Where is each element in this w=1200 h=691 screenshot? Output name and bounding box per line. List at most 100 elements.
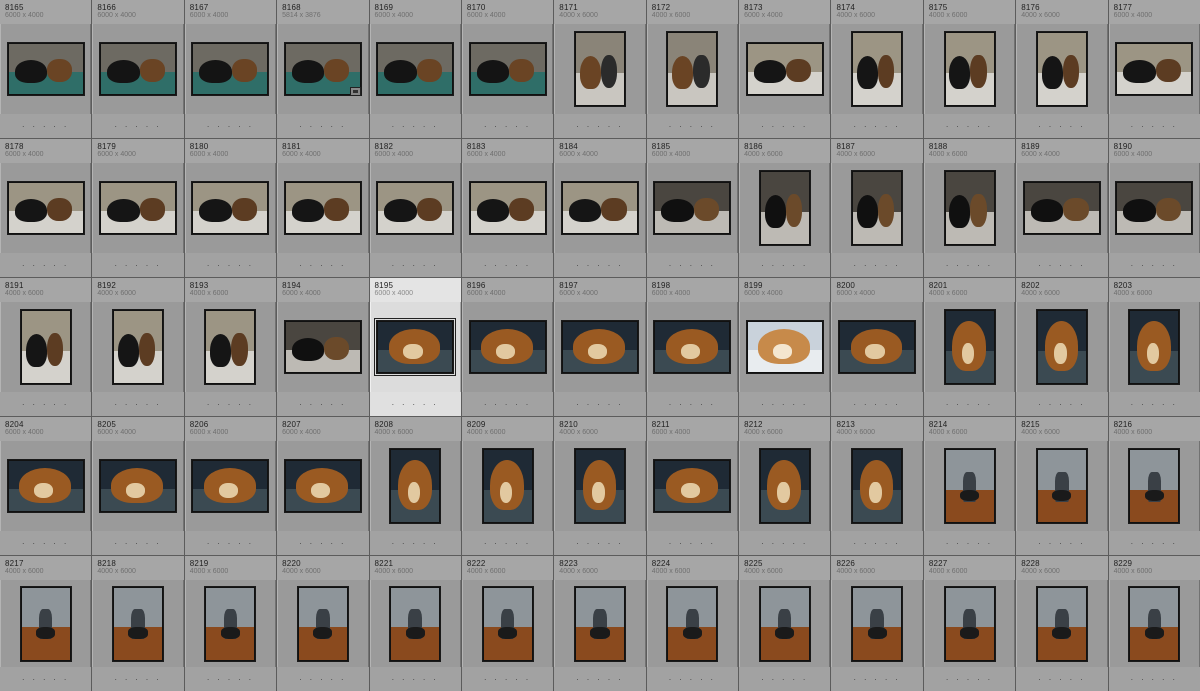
rating-dots[interactable]: . . . . . — [1109, 537, 1200, 546]
thumbnail-cell[interactable]: 8167 6000 x 4000 . . . . . — [184, 0, 277, 138]
rating-dots[interactable]: . . . . . — [462, 398, 553, 407]
rating-dots[interactable]: . . . . . — [647, 120, 738, 129]
thumbnail-cell[interactable]: 8182 6000 x 4000 . . . . . — [369, 139, 461, 277]
thumbnail-cell[interactable]: 8181 6000 x 4000 . . . . . — [277, 139, 369, 277]
photo-thumbnail[interactable] — [377, 182, 454, 234]
photo-thumbnail[interactable] — [1129, 310, 1180, 384]
rating-dots[interactable]: . . . . . — [1016, 398, 1107, 407]
thumbnail-cell[interactable]: 8218 4000 x 6000 . . . . . — [92, 556, 184, 691]
photo-thumbnail[interactable] — [1129, 449, 1180, 523]
thumbnail-cell[interactable]: 8189 6000 x 4000 . . . . . — [1016, 139, 1108, 277]
thumbnail-cell[interactable]: 8201 4000 x 6000 . . . . . — [923, 278, 1016, 416]
rating-dots[interactable]: . . . . . — [185, 120, 276, 129]
rating-dots[interactable]: . . . . . — [185, 398, 276, 407]
thumbnail-cell[interactable]: 8215 4000 x 6000 . . . . . — [1016, 417, 1108, 555]
rating-dots[interactable]: . . . . . — [0, 673, 91, 682]
photo-thumbnail[interactable] — [284, 321, 361, 373]
rating-dots[interactable]: . . . . . — [1109, 398, 1200, 407]
photo-thumbnail[interactable] — [1023, 182, 1100, 234]
photo-thumbnail[interactable] — [746, 43, 823, 95]
rating-dots[interactable]: . . . . . — [1109, 259, 1200, 268]
photo-thumbnail[interactable] — [1129, 586, 1180, 661]
photo-thumbnail[interactable] — [944, 310, 995, 384]
thumbnail-cell[interactable]: 8213 4000 x 6000 . . . . . — [831, 417, 923, 555]
thumbnail-cell[interactable]: 8171 4000 x 6000 . . . . . — [554, 0, 646, 138]
thumbnail-cell[interactable]: 8217 4000 x 6000 . . . . . — [0, 556, 92, 691]
thumbnail-cell[interactable]: 8203 4000 x 6000 . . . . . — [1108, 278, 1200, 416]
photo-thumbnail[interactable] — [284, 460, 361, 512]
thumbnail-cell[interactable]: 8207 6000 x 4000 . . . . . — [277, 417, 369, 555]
rating-dots[interactable]: . . . . . — [462, 537, 553, 546]
thumbnail-cell[interactable]: 8179 6000 x 4000 . . . . . — [92, 139, 184, 277]
photo-thumbnail[interactable] — [390, 449, 441, 523]
photo-thumbnail[interactable] — [113, 586, 164, 661]
rating-dots[interactable]: . . . . . — [185, 537, 276, 546]
photo-thumbnail[interactable] — [7, 460, 84, 512]
photo-thumbnail[interactable] — [205, 586, 256, 661]
photo-thumbnail[interactable] — [374, 318, 457, 376]
photo-thumbnail[interactable] — [852, 32, 903, 106]
thumbnail-cell[interactable]: 8228 4000 x 6000 . . . . . — [1016, 556, 1108, 691]
thumbnail-cell[interactable]: 8169 6000 x 4000 . . . . . — [369, 0, 461, 138]
photo-thumbnail[interactable] — [852, 449, 903, 523]
thumbnail-cell[interactable]: 8193 4000 x 6000 . . . . . — [184, 278, 277, 416]
photo-thumbnail[interactable] — [654, 321, 731, 373]
photo-thumbnail[interactable] — [1036, 32, 1087, 106]
rating-dots[interactable]: . . . . . — [462, 120, 553, 129]
photo-thumbnail[interactable] — [944, 586, 995, 661]
photo-thumbnail[interactable] — [944, 449, 995, 523]
rating-dots[interactable]: . . . . . — [647, 537, 738, 546]
photo-thumbnail[interactable] — [746, 321, 823, 373]
rating-dots[interactable]: . . . . . — [831, 537, 922, 546]
photo-thumbnail[interactable] — [205, 310, 256, 384]
rating-dots[interactable]: . . . . . — [370, 259, 461, 268]
photo-thumbnail[interactable] — [667, 32, 718, 106]
thumbnail-cell[interactable]: 8173 6000 x 4000 . . . . . — [739, 0, 831, 138]
thumbnail-cell[interactable]: 8166 6000 x 4000 . . . . . — [92, 0, 184, 138]
rating-dots[interactable]: . . . . . — [1016, 120, 1107, 129]
photo-thumbnail[interactable] — [192, 43, 269, 95]
thumbnail-cell[interactable]: 8209 4000 x 6000 . . . . . — [461, 417, 554, 555]
thumbnail-cell[interactable]: 8186 4000 x 6000 . . . . . — [739, 139, 831, 277]
rating-dots[interactable]: . . . . . — [647, 259, 738, 268]
photo-thumbnail[interactable] — [469, 321, 546, 373]
photo-thumbnail[interactable] — [654, 460, 731, 512]
thumbnail-cell[interactable]: 8206 6000 x 4000 . . . . . — [184, 417, 277, 555]
thumbnail-cell[interactable]: 8168 5814 x 3876 . . . . . — [277, 0, 369, 138]
rating-dots[interactable]: . . . . . — [92, 537, 183, 546]
photo-thumbnail[interactable] — [482, 586, 533, 661]
thumbnail-cell[interactable]: 8191 4000 x 6000 . . . . . — [0, 278, 92, 416]
crop-icon[interactable] — [349, 87, 361, 96]
photo-thumbnail[interactable] — [574, 32, 625, 106]
rating-dots[interactable]: . . . . . — [739, 398, 830, 407]
rating-dots[interactable]: . . . . . — [924, 673, 1015, 682]
photo-thumbnail[interactable] — [574, 586, 625, 661]
thumbnail-cell[interactable]: 8226 4000 x 6000 . . . . . — [831, 556, 923, 691]
thumbnail-cell[interactable]: 8197 6000 x 4000 . . . . . — [554, 278, 646, 416]
thumbnail-cell[interactable]: 8224 4000 x 6000 . . . . . — [646, 556, 739, 691]
rating-dots[interactable]: . . . . . — [924, 398, 1015, 407]
rating-dots[interactable]: . . . . . — [739, 537, 830, 546]
photo-thumbnail[interactable] — [100, 182, 177, 234]
thumbnail-cell[interactable]: 8229 4000 x 6000 . . . . . — [1108, 556, 1200, 691]
rating-dots[interactable]: . . . . . — [1016, 537, 1107, 546]
thumbnail-cell[interactable]: 8212 4000 x 6000 . . . . . — [739, 417, 831, 555]
photo-thumbnail[interactable] — [852, 586, 903, 661]
rating-dots[interactable]: . . . . . — [277, 259, 368, 268]
rating-dots[interactable]: . . . . . — [831, 120, 922, 129]
photo-thumbnail[interactable] — [1036, 586, 1087, 661]
rating-dots[interactable]: . . . . . — [185, 673, 276, 682]
rating-dots[interactable]: . . . . . — [831, 673, 922, 682]
photo-thumbnail[interactable] — [1036, 310, 1087, 384]
rating-dots[interactable]: . . . . . — [370, 398, 461, 407]
photo-thumbnail[interactable] — [574, 449, 625, 523]
thumbnail-cell[interactable]: 8210 4000 x 6000 . . . . . — [554, 417, 646, 555]
rating-dots[interactable]: . . . . . — [554, 259, 645, 268]
thumbnail-cell[interactable]: 8202 4000 x 6000 . . . . . — [1016, 278, 1108, 416]
rating-dots[interactable]: . . . . . — [554, 120, 645, 129]
thumbnail-cell[interactable]: 8195 6000 x 4000 . . . . . — [369, 278, 461, 416]
rating-dots[interactable]: . . . . . — [0, 259, 91, 268]
photo-thumbnail[interactable] — [469, 182, 546, 234]
thumbnail-cell[interactable]: 8183 6000 x 4000 . . . . . — [461, 139, 554, 277]
thumbnail-cell[interactable]: 8221 4000 x 6000 . . . . . — [369, 556, 461, 691]
